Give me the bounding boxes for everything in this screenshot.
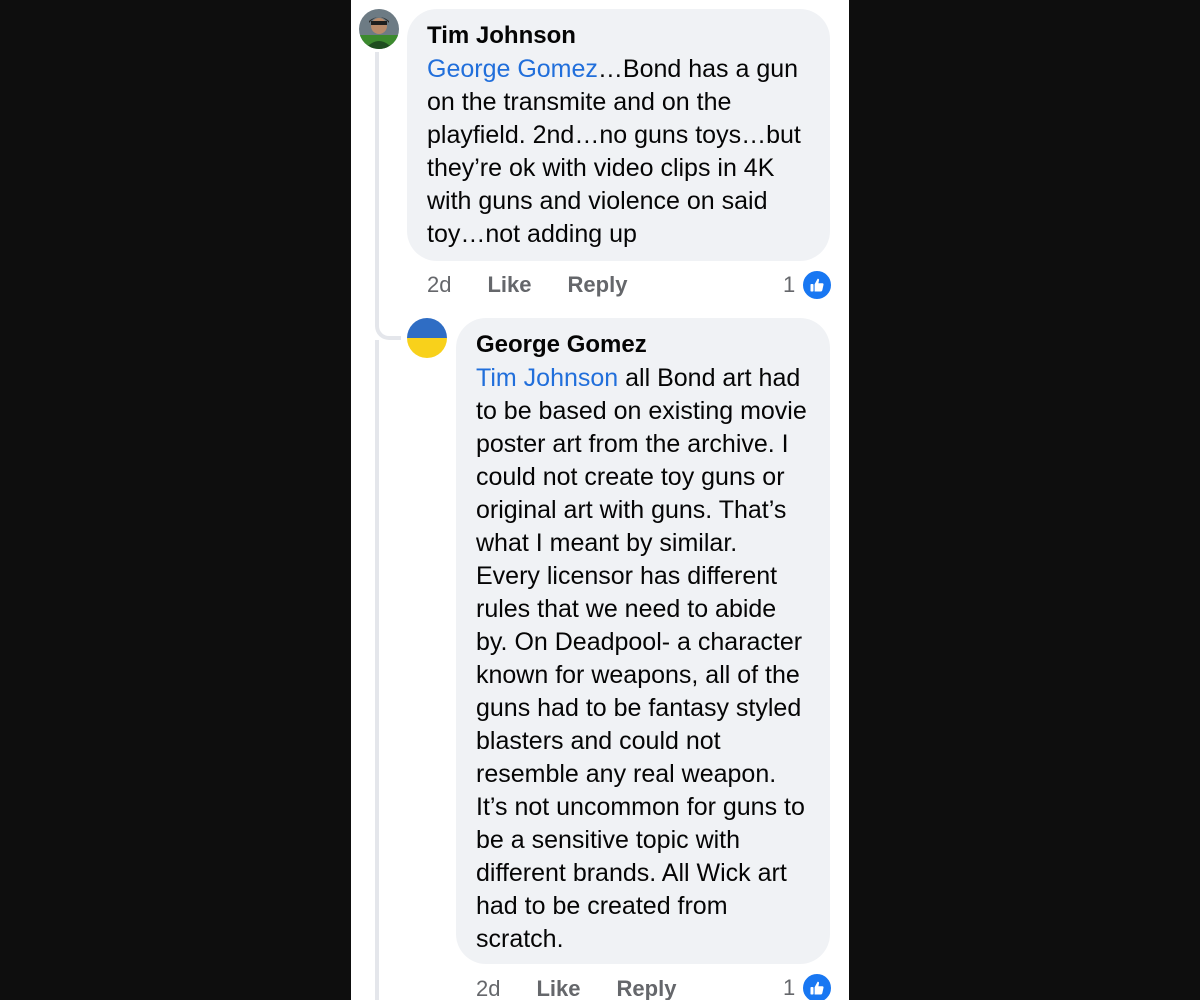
reaction-summary[interactable]: 1 <box>783 269 834 301</box>
reply-button[interactable]: Reply <box>568 272 628 298</box>
reply-body: all Bond art had to be based on existing… <box>476 364 807 953</box>
avatar-tim-johnson[interactable] <box>359 9 399 49</box>
ukraine-flag-icon <box>407 318 447 358</box>
user-photo-icon <box>359 9 399 49</box>
avatar-george-gomez[interactable] <box>407 318 447 358</box>
comment-author[interactable]: Tim Johnson <box>427 19 808 53</box>
thread-connector-elbow <box>375 318 401 340</box>
reply-actions: 2d Like Reply <box>476 972 676 1000</box>
reply-timestamp[interactable]: 2d <box>476 976 500 1000</box>
comment-thread: Tim Johnson George Gomez…Bond has a gun … <box>351 0 849 1000</box>
thread-connector-line-lower <box>375 340 379 1000</box>
reply-reaction-summary[interactable]: 1 <box>783 972 834 1000</box>
reply-author[interactable]: George Gomez <box>476 328 808 362</box>
comment-timestamp[interactable]: 2d <box>427 272 451 298</box>
reply-reaction-count: 1 <box>783 975 796 1000</box>
comment-body: …Bond has a gun on the transmite and on … <box>427 55 801 248</box>
reaction-count: 1 <box>783 272 796 297</box>
reply-text: Tim Johnson all Bond art had to be based… <box>476 362 808 956</box>
comment-text: George Gomez…Bond has a gun on the trans… <box>427 53 808 251</box>
like-button[interactable]: Like <box>487 272 531 298</box>
mention-link[interactable]: Tim Johnson <box>476 364 618 392</box>
comment-actions: 2d Like Reply <box>427 268 627 302</box>
reply-reply-button[interactable]: Reply <box>617 976 677 1000</box>
thread-connector-line <box>375 52 379 322</box>
reply-bubble: George Gomez Tim Johnson all Bond art ha… <box>456 318 830 964</box>
thumbs-up-icon <box>801 269 834 301</box>
comment-bubble: Tim Johnson George Gomez…Bond has a gun … <box>407 9 830 261</box>
reply-like-button[interactable]: Like <box>536 976 580 1000</box>
thumbs-up-icon <box>801 972 834 1000</box>
mention-link[interactable]: George Gomez <box>427 55 598 83</box>
